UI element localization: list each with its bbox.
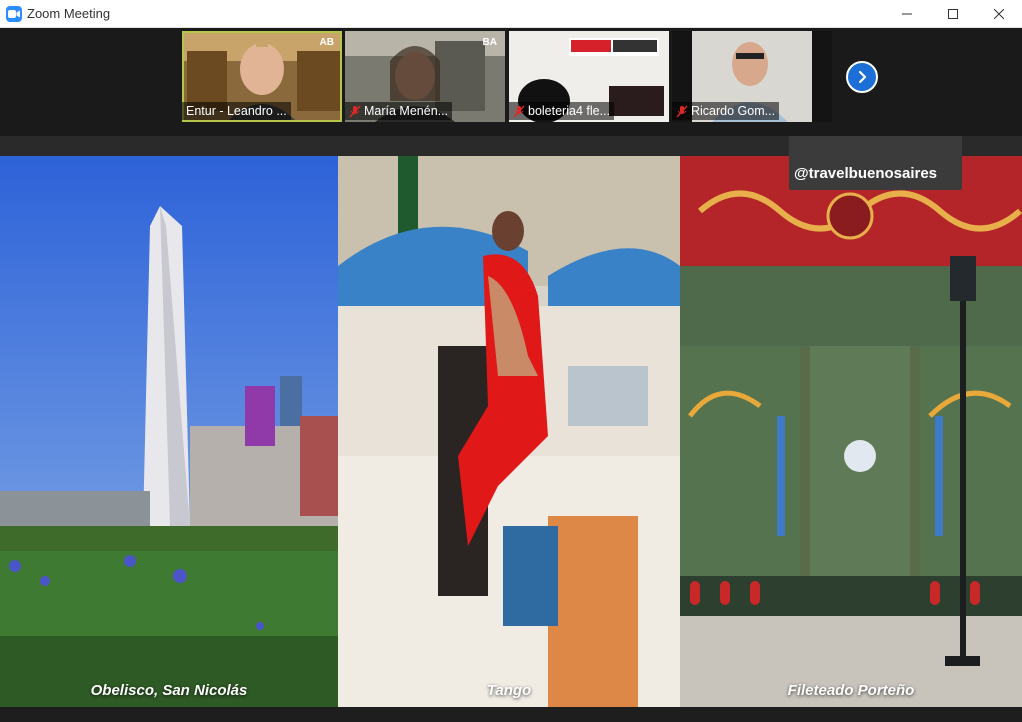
bottom-bar: [0, 707, 1022, 722]
participant-strip: AB Entur - Leandro ... BA María Menén...: [0, 29, 1022, 136]
tango-photo: [338, 156, 680, 707]
participant-name-label: boleteria4 fle...: [509, 102, 614, 120]
participant-badge: BA: [482, 37, 497, 48]
panel-caption: Tango: [486, 682, 532, 699]
participant-name: boleteria4 fle...: [528, 104, 610, 118]
participant-name: María Menén...: [364, 104, 449, 118]
panel-caption: Fileteado Porteño: [787, 682, 915, 699]
photo-panel-fileteado: Fileteado Porteño: [680, 156, 1022, 707]
maximize-button[interactable]: [930, 0, 976, 28]
minimize-button[interactable]: [884, 0, 930, 28]
mic-muted-icon: [349, 105, 361, 117]
panel-caption: Obelisco, San Nicolás: [90, 682, 248, 699]
participant-name-label: Entur - Leandro ...: [182, 102, 291, 120]
participant-name-label: María Menén...: [345, 102, 453, 120]
title-bar: Zoom Meeting: [0, 0, 1022, 28]
chevron-right-icon: [858, 70, 867, 84]
participant-badge: AB: [319, 37, 334, 48]
participant-video[interactable]: Ricardo Gom...: [672, 31, 832, 122]
participant-video[interactable]: BA María Menén...: [345, 31, 505, 122]
fileteado-photo: [680, 156, 1022, 707]
travel-handle-tag: @travelbuenosaires: [789, 136, 962, 190]
mic-muted-icon: [676, 105, 688, 117]
handle-text: @travelbuenosaires: [794, 165, 938, 182]
obelisco-photo: [0, 156, 338, 707]
zoom-logo-icon: [6, 6, 22, 22]
participant-name: Entur - Leandro ...: [186, 104, 287, 118]
participant-video[interactable]: boleteria4 fle...: [509, 31, 669, 122]
participant-name: Ricardo Gom...: [691, 104, 776, 118]
participant-name-label: Ricardo Gom...: [672, 102, 780, 120]
next-page-button[interactable]: [846, 61, 878, 93]
participant-video[interactable]: AB Entur - Leandro ...: [182, 31, 342, 122]
close-button[interactable]: [976, 0, 1022, 28]
shared-screen: Obelisco, San Nicolás Tango Fileteado Po…: [0, 156, 1022, 707]
window-title: Zoom Meeting: [27, 6, 111, 21]
photo-panel-tango: Tango: [338, 156, 680, 707]
photo-panel-obelisco: Obelisco, San Nicolás: [0, 156, 338, 707]
mic-muted-icon: [513, 105, 525, 117]
